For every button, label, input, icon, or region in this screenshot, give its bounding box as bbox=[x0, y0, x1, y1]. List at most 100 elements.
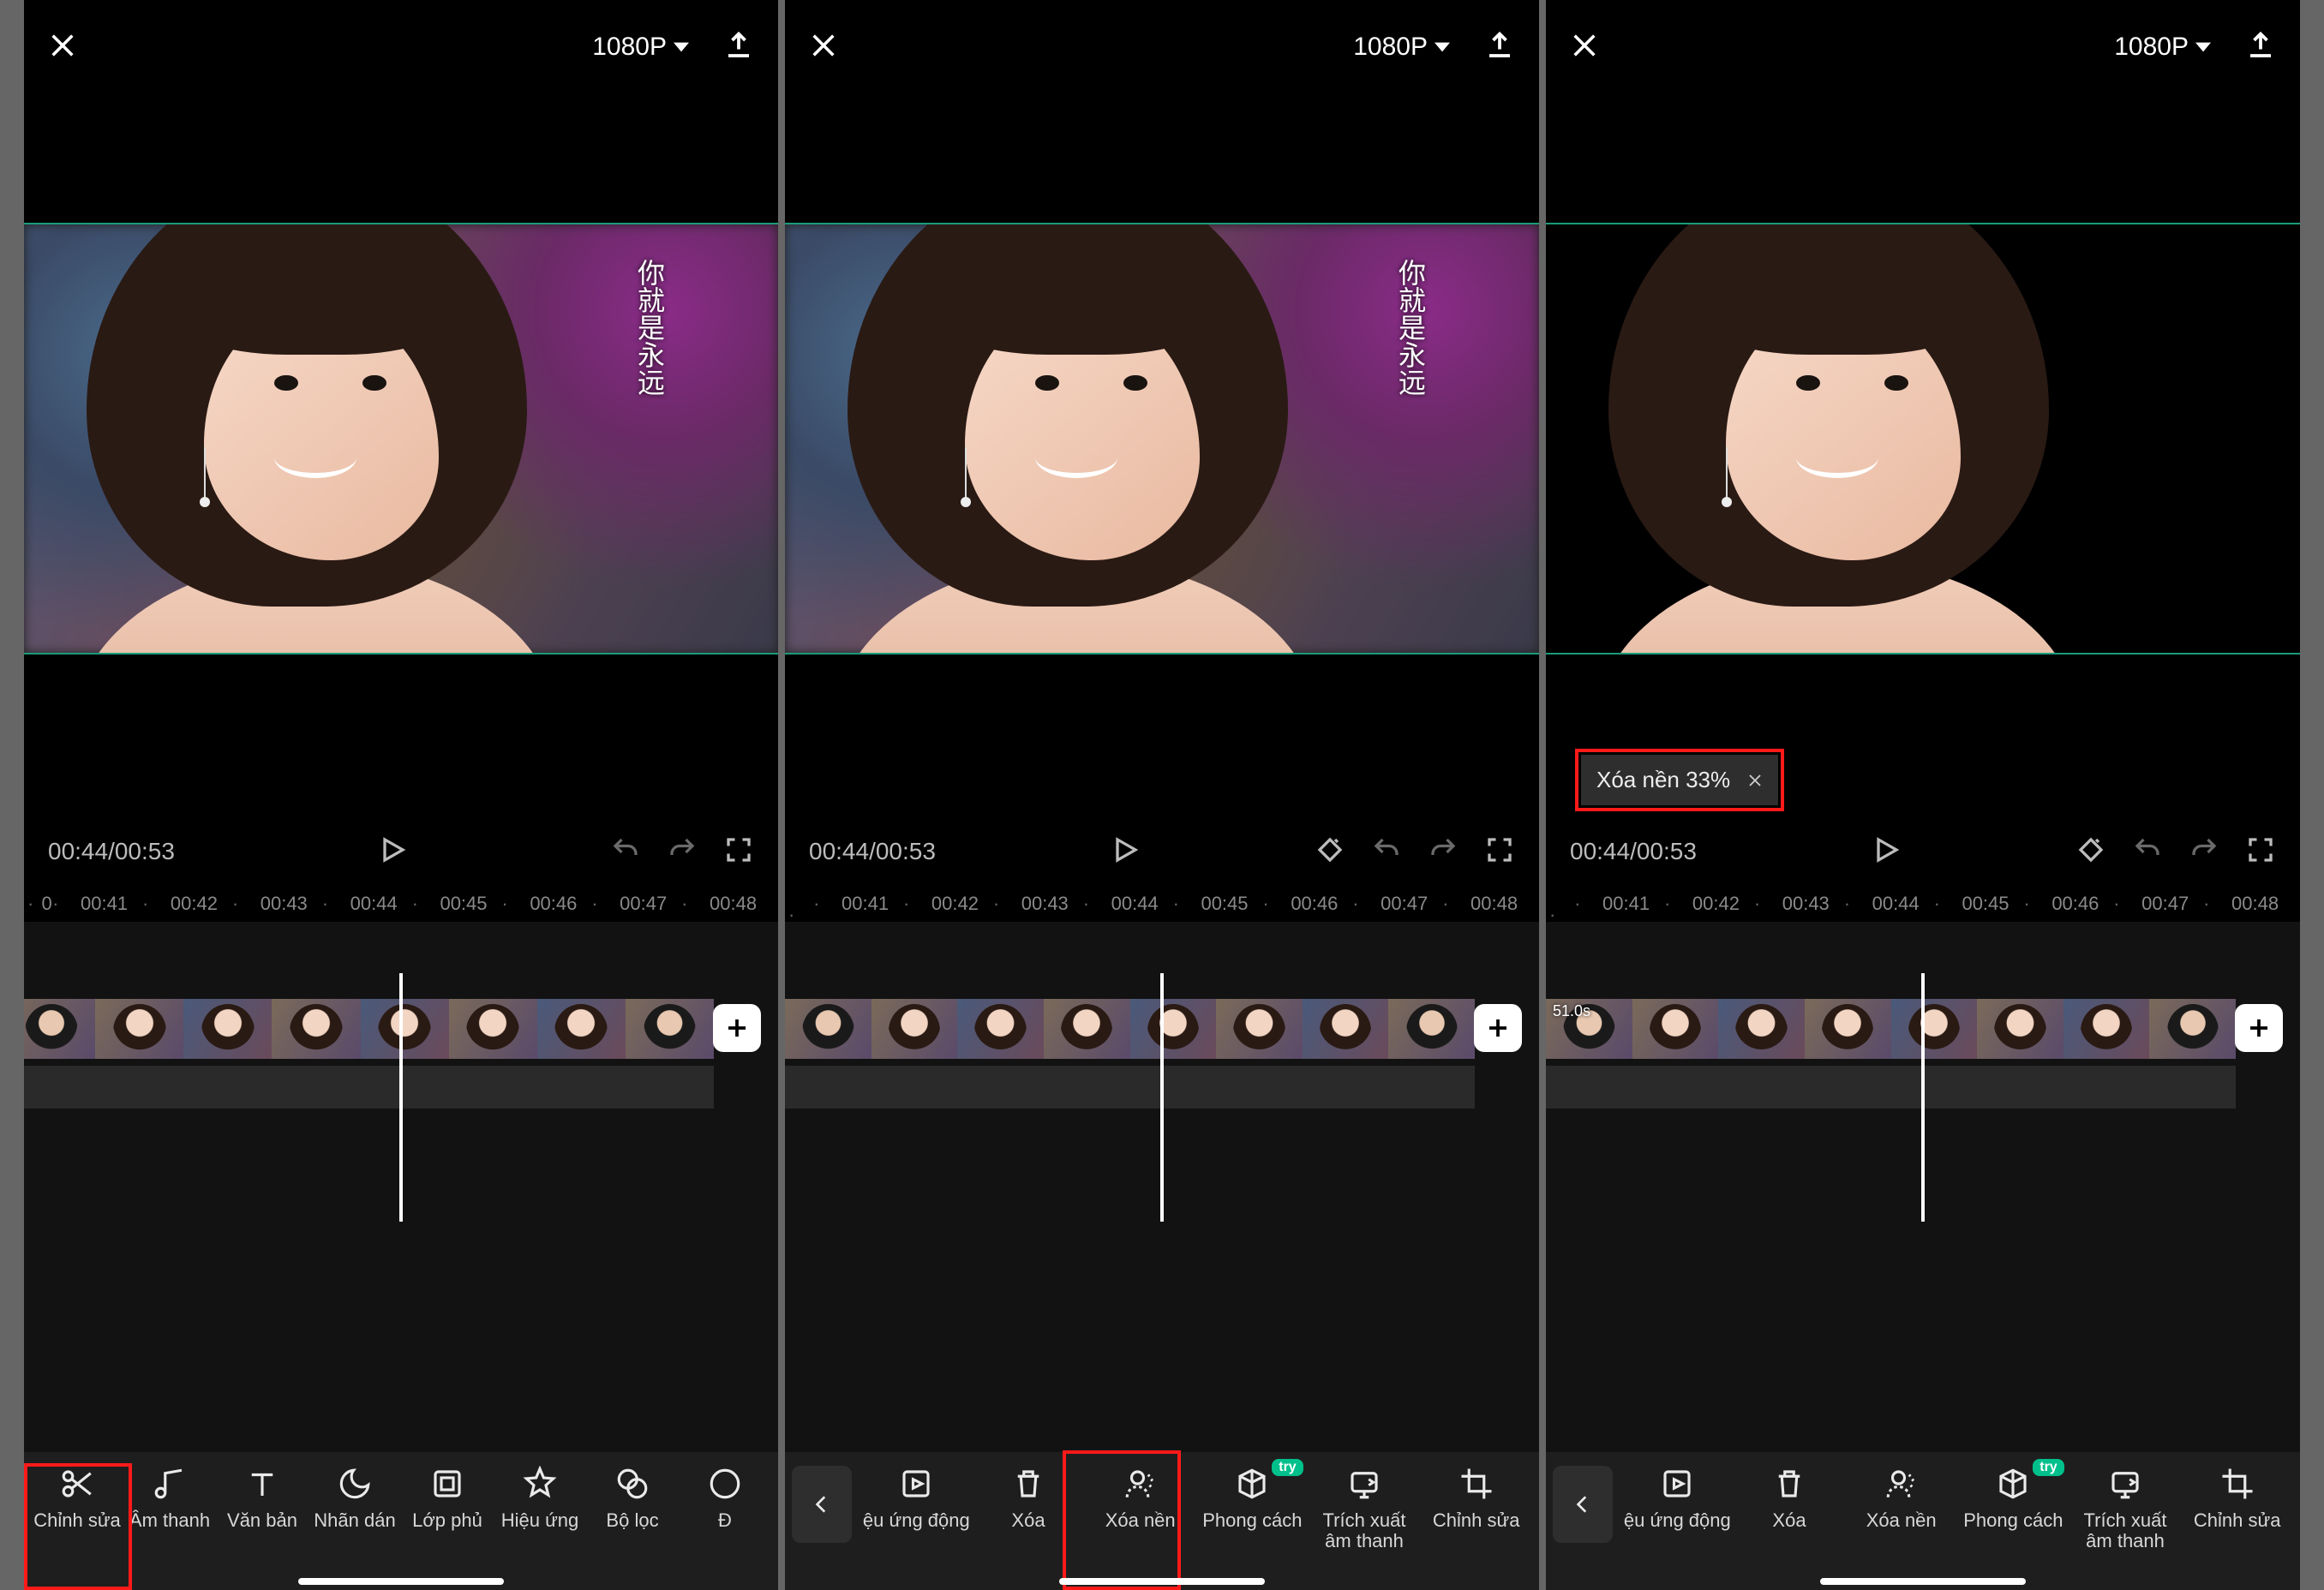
resolution-dropdown[interactable]: 1080P bbox=[1353, 33, 1450, 62]
crop-icon bbox=[2219, 1466, 2255, 1502]
tool-animation[interactable]: ệu ứng động bbox=[1621, 1466, 1734, 1531]
chevron-down-icon bbox=[674, 39, 689, 55]
person-cutout-icon bbox=[1884, 1466, 1920, 1502]
screen-3: 1080P Xóa nền 33% 00:44/00:53 00:4100:42… bbox=[1546, 0, 2300, 1590]
cube-icon bbox=[1234, 1466, 1270, 1502]
redo-icon[interactable] bbox=[1428, 834, 1458, 870]
timeline[interactable]: 51.0s bbox=[1546, 922, 2300, 1452]
add-clip-button[interactable] bbox=[2235, 1004, 2283, 1052]
toast-text: Xóa nền 33% bbox=[1596, 767, 1730, 793]
close-icon[interactable] bbox=[48, 31, 77, 64]
toolbar-sub: ệu ứng động Xóa Xóa nền try Phong cách T… bbox=[785, 1452, 1539, 1590]
try-badge: try bbox=[2033, 1459, 2063, 1476]
export-icon[interactable] bbox=[2245, 30, 2276, 65]
video-preview[interactable]: 你就是永远 bbox=[785, 223, 1539, 655]
home-indicator bbox=[298, 1578, 504, 1585]
tool-crop[interactable]: Chỉnh sửa bbox=[2181, 1466, 2293, 1531]
clip-strip[interactable] bbox=[24, 999, 714, 1059]
screen-1: 1080P 你就是永远 00:44/00:53 0 00:4100:4200:4… bbox=[24, 0, 778, 1590]
fullscreen-icon[interactable] bbox=[1484, 834, 1515, 870]
tool-extract-audio[interactable]: Trích xuất âm thanh bbox=[2069, 1466, 2182, 1551]
time-ruler[interactable]: 00:4100:4200:4300:4400:4500:4600:4700:48 bbox=[785, 886, 1539, 922]
clip-strip[interactable] bbox=[785, 999, 1475, 1059]
audio-track[interactable] bbox=[24, 1066, 714, 1109]
add-clip-button[interactable] bbox=[1474, 1004, 1522, 1052]
timecode: 00:44/00:53 bbox=[1570, 838, 1697, 865]
tool-overlay[interactable]: Lớp phủ bbox=[401, 1466, 494, 1531]
tool-style[interactable]: try Phong cách bbox=[1196, 1466, 1309, 1531]
tool-audio[interactable]: Âm thanh bbox=[123, 1466, 216, 1531]
home-indicator bbox=[1820, 1578, 2026, 1585]
time-ruler[interactable]: 0 00:4100:4200:4300:4400:4500:4600:4700:… bbox=[24, 886, 778, 922]
play-icon[interactable] bbox=[1110, 834, 1141, 870]
trash-icon bbox=[1010, 1466, 1046, 1502]
adjust-icon bbox=[707, 1466, 743, 1502]
playhead[interactable] bbox=[1160, 973, 1164, 1222]
back-button[interactable] bbox=[1553, 1466, 1613, 1543]
play-icon[interactable] bbox=[1871, 834, 1902, 870]
tool-delete[interactable]: Xóa bbox=[1734, 1466, 1846, 1531]
top-bar: 1080P bbox=[24, 0, 778, 94]
resolution-dropdown[interactable]: 1080P bbox=[2114, 33, 2211, 62]
home-indicator bbox=[1059, 1578, 1265, 1585]
redo-icon[interactable] bbox=[667, 834, 698, 870]
undo-icon[interactable] bbox=[2132, 834, 2163, 870]
audio-track[interactable] bbox=[1546, 1066, 2236, 1109]
play-box-icon bbox=[898, 1466, 934, 1502]
tool-extract-audio[interactable]: Trích xuất âm thanh bbox=[1309, 1466, 1421, 1551]
close-icon[interactable] bbox=[809, 31, 838, 64]
close-icon[interactable] bbox=[1747, 773, 1763, 788]
playback-controls: 00:44/00:53 bbox=[24, 817, 778, 886]
text-icon bbox=[244, 1466, 280, 1502]
toolbar-main: Chỉnh sửa Âm thanh Văn bản Nhãn dán Lớp … bbox=[24, 1452, 778, 1590]
highlight-box bbox=[24, 1463, 132, 1590]
keyframe-icon[interactable] bbox=[1315, 834, 1345, 870]
play-box-icon bbox=[1659, 1466, 1695, 1502]
time-ruler[interactable]: 00:4100:4200:4300:4400:4500:4600:4700:48 bbox=[1546, 886, 2300, 922]
preview-caption: 你就是永远 bbox=[631, 259, 667, 396]
back-button[interactable] bbox=[792, 1466, 852, 1543]
highlight-box bbox=[1063, 1450, 1181, 1590]
undo-icon[interactable] bbox=[1371, 834, 1402, 870]
preview-subject bbox=[39, 223, 627, 655]
tool-animation[interactable]: ệu ứng động bbox=[860, 1466, 973, 1531]
tool-crop[interactable]: Chỉnh sửa bbox=[1420, 1466, 1532, 1531]
playhead[interactable] bbox=[1921, 973, 1925, 1222]
clip-duration-label: 51.0s bbox=[1553, 1002, 1590, 1020]
keyframe-icon[interactable] bbox=[2075, 834, 2106, 870]
moon-icon bbox=[337, 1466, 373, 1502]
redo-icon[interactable] bbox=[2189, 834, 2219, 870]
video-preview[interactable] bbox=[1546, 223, 2300, 655]
timecode: 00:44/00:53 bbox=[809, 838, 936, 865]
add-clip-button[interactable] bbox=[713, 1004, 761, 1052]
fullscreen-icon[interactable] bbox=[2245, 834, 2276, 870]
tool-style[interactable]: try Phong cách bbox=[1957, 1466, 2069, 1531]
timeline[interactable] bbox=[24, 922, 778, 1452]
timeline[interactable] bbox=[785, 922, 1539, 1452]
screen-2: 1080P 你就是永远 00:44/00:53 00:4100:4200:430… bbox=[785, 0, 1539, 1590]
music-note-icon bbox=[152, 1466, 188, 1502]
tool-adjust-partial[interactable]: Đ bbox=[679, 1466, 771, 1531]
play-icon[interactable] bbox=[377, 834, 408, 870]
video-preview[interactable]: 你就是永远 bbox=[24, 223, 778, 655]
resolution-dropdown[interactable]: 1080P bbox=[592, 33, 689, 62]
star-icon bbox=[522, 1466, 558, 1502]
cube-icon bbox=[1995, 1466, 2031, 1502]
clip-strip[interactable]: 51.0s bbox=[1546, 999, 2236, 1059]
export-icon[interactable] bbox=[723, 30, 754, 65]
playhead[interactable] bbox=[399, 973, 403, 1222]
timecode: 00:44/00:53 bbox=[48, 838, 175, 865]
tool-effect[interactable]: Hiệu ứng bbox=[494, 1466, 586, 1531]
export-icon[interactable] bbox=[1484, 30, 1515, 65]
close-icon[interactable] bbox=[1570, 31, 1599, 64]
progress-toast: Xóa nền 33% bbox=[1581, 755, 1778, 805]
tool-text[interactable]: Văn bản bbox=[216, 1466, 308, 1531]
tool-sticker[interactable]: Nhãn dán bbox=[308, 1466, 401, 1531]
undo-icon[interactable] bbox=[610, 834, 641, 870]
extract-audio-icon bbox=[2107, 1466, 2143, 1502]
chevron-down-icon bbox=[1435, 39, 1450, 55]
tool-remove-bg[interactable]: Xóa nền bbox=[1845, 1466, 1957, 1531]
fullscreen-icon[interactable] bbox=[723, 834, 754, 870]
audio-track[interactable] bbox=[785, 1066, 1475, 1109]
tool-filter[interactable]: Bộ lọc bbox=[586, 1466, 679, 1531]
